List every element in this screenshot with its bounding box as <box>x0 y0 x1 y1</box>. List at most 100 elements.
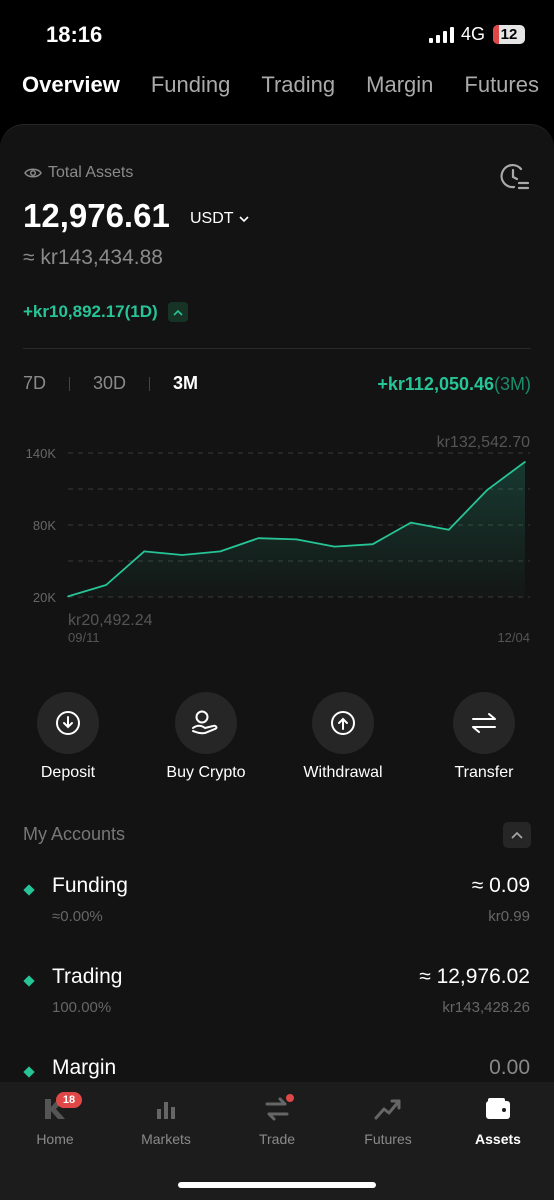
account-dot-icon <box>23 1066 35 1078</box>
nav-trade-label: Trade <box>258 1131 296 1147</box>
account-name: Margin <box>52 1056 117 1079</box>
chart-point <box>409 521 412 524</box>
battery-level: 12 <box>500 26 518 43</box>
transfer-label: Transfer <box>454 764 514 781</box>
range-separator <box>149 376 151 391</box>
chart-point <box>524 461 526 463</box>
nav-trade[interactable]: Trade <box>227 1094 327 1147</box>
buy-crypto-icon <box>175 692 237 754</box>
chart-point <box>105 584 107 586</box>
tab-futures[interactable]: Futures <box>464 72 539 98</box>
account-row-funding[interactable]: Funding ≈0.00% ≈ 0.09 kr0.99 <box>0 874 554 944</box>
nav-home-label: Home <box>36 1131 74 1147</box>
tab-overview[interactable]: Overview <box>22 72 120 98</box>
nav-markets-label: Markets <box>141 1131 191 1147</box>
nav-markets[interactable]: Markets <box>116 1094 216 1147</box>
eye-icon[interactable] <box>24 167 42 179</box>
account-dot-icon <box>23 884 35 896</box>
account-value: ≈ 0.09 <box>471 874 530 897</box>
range-30d[interactable]: 30D <box>93 373 126 394</box>
withdrawal-label: Withdrawal <box>303 764 383 781</box>
account-tabs: Overview Funding Trading Margin Futures <box>22 72 554 98</box>
tab-margin[interactable]: Margin <box>366 72 433 98</box>
network-type: 4G <box>461 24 486 44</box>
futures-icon <box>338 1094 438 1124</box>
range-separator <box>69 376 71 391</box>
chart-point <box>486 489 488 491</box>
account-percent: ≈0.00% <box>52 908 103 925</box>
tab-trading[interactable]: Trading <box>261 72 335 98</box>
account-percent: 100.00% <box>52 999 112 1016</box>
nav-assets[interactable]: Assets <box>448 1094 548 1147</box>
daily-pnl-value: +kr10,892.17(1D) <box>23 302 158 321</box>
total-assets-label: Total Assets <box>24 164 133 182</box>
chart-min-label: kr20,492.24 <box>68 612 153 629</box>
y-tick-label: 20K <box>33 590 56 605</box>
chart-point <box>67 595 69 598</box>
y-tick-label: 80K <box>33 518 56 533</box>
range-7d[interactable]: 7D <box>23 373 46 394</box>
chart-point <box>333 545 336 548</box>
chart-point <box>295 538 298 541</box>
pnl-expand-button[interactable] <box>167 302 188 322</box>
total-assets-value: 12,976.61 <box>23 197 170 234</box>
accounts-collapse-button[interactable] <box>503 822 531 848</box>
nav-home[interactable]: 18 Home <box>5 1092 105 1147</box>
deposit-button[interactable]: Deposit <box>8 692 128 782</box>
range-change-period: (3M) <box>494 374 531 394</box>
chart-max-label: kr132,542.70 <box>437 434 531 451</box>
withdrawal-button[interactable]: Withdrawal <box>283 692 403 782</box>
asset-chart[interactable]: 140K 80K 20K kr132,542.70 kr20,492.24 09/1… <box>0 420 554 660</box>
currency-selector[interactable]: USDT <box>190 210 249 228</box>
account-dot-icon <box>23 975 35 987</box>
signal-icon <box>429 27 455 43</box>
transfer-icon <box>453 692 515 754</box>
buy-crypto-button[interactable]: Buy Crypto <box>146 692 266 782</box>
divider <box>23 348 531 349</box>
y-tick-label: 140K <box>26 446 57 461</box>
range-change: +kr112,050.46(3M) <box>377 374 531 395</box>
range-3m[interactable]: 3M <box>173 373 198 394</box>
tab-funding[interactable]: Funding <box>151 72 231 98</box>
chart-point <box>448 529 450 531</box>
withdrawal-icon <box>312 692 374 754</box>
history-icon[interactable] <box>498 160 530 192</box>
account-fiat: kr143,428.26 <box>442 999 530 1016</box>
chart-point <box>181 554 184 556</box>
status-time: 18:16 <box>46 22 103 47</box>
account-value: ≈ 12,976.02 <box>419 965 530 988</box>
trade-notification-dot <box>286 1094 294 1102</box>
quick-actions: Deposit Buy Crypto Withdrawal Transfer <box>0 692 554 792</box>
daily-pnl: +kr10,892.17(1D) <box>23 302 188 322</box>
home-indicator <box>178 1182 376 1188</box>
chart-area <box>68 461 525 597</box>
chevron-up-icon <box>173 309 183 316</box>
chevron-down-icon <box>238 215 249 222</box>
currency-label: USDT <box>190 210 234 227</box>
battery-icon: 12 <box>493 25 525 44</box>
account-fiat: kr0.99 <box>488 908 530 925</box>
x-tick-start: 09/11 <box>68 630 100 645</box>
chart-point <box>371 543 374 545</box>
transfer-button[interactable]: Transfer <box>424 692 544 782</box>
chart-point <box>219 550 222 553</box>
chevron-up-icon <box>511 831 523 839</box>
account-row-trading[interactable]: Trading 100.00% ≈ 12,976.02 kr143,428.26 <box>0 965 554 1035</box>
fiat-equivalent: ≈ kr143,434.88 <box>23 246 163 269</box>
account-name: Trading <box>52 965 123 988</box>
trade-icon <box>227 1094 327 1124</box>
chart-point <box>257 537 260 539</box>
deposit-label: Deposit <box>40 764 96 781</box>
range-selector: 7D 30D 3M <box>23 373 198 394</box>
home-icon: 18 <box>5 1092 105 1124</box>
total-assets-text: Total Assets <box>48 164 134 181</box>
x-tick-end: 12/04 <box>497 630 530 645</box>
range-change-value: +kr112,050.46 <box>377 374 494 394</box>
nav-futures[interactable]: Futures <box>338 1094 438 1147</box>
markets-icon <box>116 1094 216 1124</box>
nav-futures-label: Futures <box>364 1131 412 1147</box>
my-accounts-title: My Accounts <box>23 824 126 844</box>
home-badge: 18 <box>56 1092 82 1108</box>
buy-crypto-label: Buy Crypto <box>166 764 246 781</box>
wallet-icon <box>448 1094 548 1124</box>
